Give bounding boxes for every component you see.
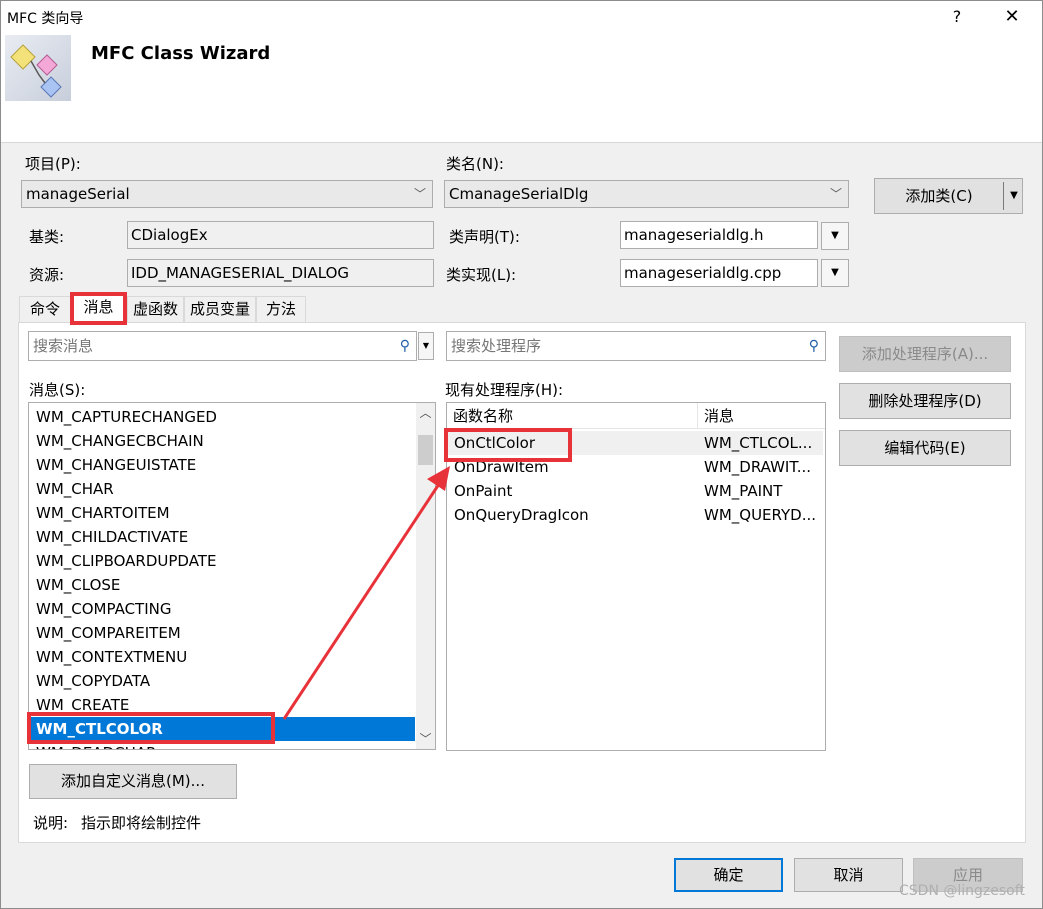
mfc-class-wizard-dialog: MFC 类向导 ? ✕ MFC Class Wizard 项目(P): mana…: [0, 0, 1043, 909]
watermark: CSDN @lingzesoft: [899, 883, 1025, 899]
annotation-arrow: [282, 466, 450, 720]
